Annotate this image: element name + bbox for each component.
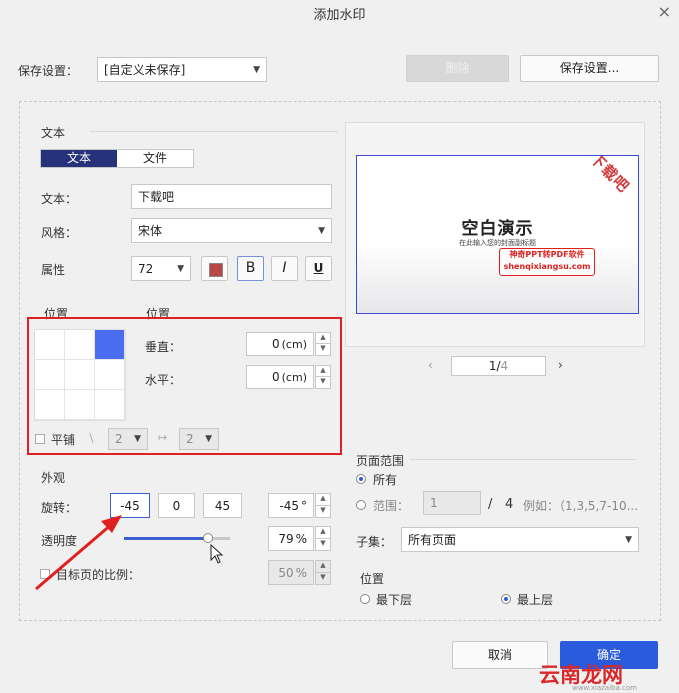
range-all-radio[interactable] <box>356 474 366 484</box>
mouse-cursor-icon <box>210 544 224 564</box>
prev-page-icon[interactable]: ‹ <box>428 358 433 372</box>
divider <box>410 459 635 460</box>
cancel-button[interactable]: 取消 <box>452 641 548 669</box>
page-range-heading: 页面范围 <box>356 454 405 468</box>
next-page-icon[interactable]: › <box>558 358 563 372</box>
range-all-label: 所有 <box>373 473 398 487</box>
layer-bottom-label: 最下层 <box>376 593 413 607</box>
chevron-down-icon: ▼ <box>625 534 632 545</box>
preview-page: 空白演示 在此输入您的封面副标题 下载吧 神奇PPT转PDF软件 shenqix… <box>356 155 639 314</box>
range-custom-radio[interactable] <box>356 500 366 510</box>
preview-watermark: 下载吧 <box>586 155 633 197</box>
stamp-line-2: shenqixiangsu.com <box>503 262 591 271</box>
range-custom-label: 范围： <box>373 499 410 513</box>
range-total: 4 <box>505 497 514 512</box>
range-separator: / <box>488 497 493 512</box>
layer-bottom-radio[interactable] <box>360 594 370 604</box>
range-input[interactable]: 1 <box>423 491 481 515</box>
range-value: 1 <box>430 496 438 510</box>
range-example: 例如：（1,3,5,7-10... <box>523 499 639 513</box>
layer-heading: 位置 <box>360 572 385 586</box>
subset-select[interactable]: 所有页面 ▼ <box>401 527 639 552</box>
preview-software-stamp: 神奇PPT转PDF软件 shenqixiangsu.com <box>499 248 595 276</box>
page-total: 4 <box>500 359 509 373</box>
layer-top-radio[interactable] <box>501 594 511 604</box>
stamp-line-1: 神奇PPT转PDF软件 <box>509 250 585 259</box>
layer-top-label: 最上层 <box>517 593 554 607</box>
subset-label: 子集： <box>356 535 393 549</box>
preview-slide-subtitle: 在此输入您的封面副标题 <box>459 239 536 247</box>
page-input[interactable]: 1 / 4 <box>451 356 546 376</box>
site-watermark-url: www.xiazaiba.com <box>572 684 637 692</box>
page-current: 1 <box>488 359 497 373</box>
subset-value: 所有页面 <box>408 533 457 547</box>
preview-slide-title: 空白演示 <box>461 219 534 239</box>
